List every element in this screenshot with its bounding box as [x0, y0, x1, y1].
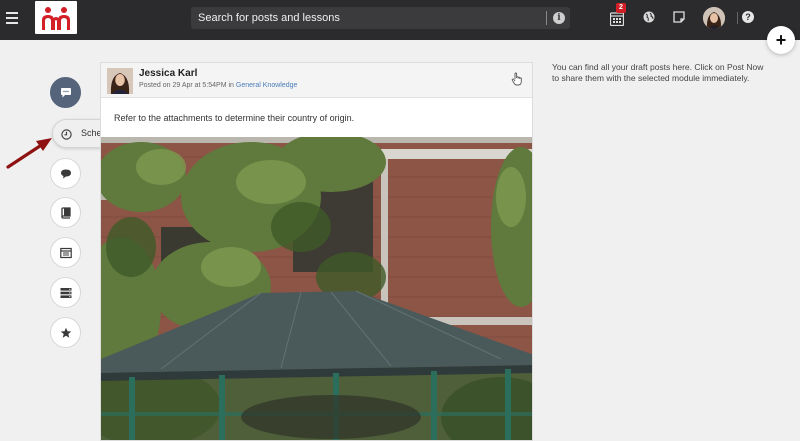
avatar[interactable]: [703, 7, 725, 29]
logo-icon[interactable]: [35, 1, 77, 34]
rail-drafts-button[interactable]: [50, 77, 81, 108]
search-input[interactable]: [198, 11, 528, 25]
post-text: Refer to the attachments to determine th…: [114, 113, 355, 123]
search-divider: [546, 11, 547, 25]
calendar-icon[interactable]: [610, 11, 624, 26]
hamburger-icon[interactable]: [6, 12, 18, 24]
post-author-name[interactable]: Jessica Karl: [139, 68, 197, 79]
post-attachment-image[interactable]: [101, 137, 532, 440]
hand-icon[interactable]: [511, 72, 523, 86]
book-icon: [61, 207, 71, 219]
stack-icon: [60, 288, 72, 298]
post-module-link[interactable]: General Knowledge: [236, 82, 298, 89]
post-date: Posted on 29 Apr at 5:54PM in: [139, 82, 236, 89]
clock-icon: [61, 129, 72, 140]
note-icon[interactable]: [673, 11, 685, 23]
rail-posts-button[interactable]: [50, 158, 81, 189]
drafts-help-text: You can find all your draft posts here. …: [552, 62, 764, 83]
add-post-button[interactable]: +: [767, 26, 795, 54]
rail-library-button[interactable]: [50, 277, 81, 308]
globe-icon[interactable]: [643, 11, 655, 23]
chat-icon: [61, 88, 71, 98]
rail-lessons-button[interactable]: [50, 197, 81, 228]
star-icon: [60, 327, 72, 338]
info-icon[interactable]: i: [553, 12, 565, 24]
arrow-icon: [6, 138, 52, 169]
rail-favorites-button[interactable]: [50, 317, 81, 348]
post-card: Jessica Karl Posted on 29 Apr at 5:54PM …: [100, 62, 533, 441]
rail-modules-button[interactable]: [50, 237, 81, 268]
top-divider: [737, 12, 738, 24]
top-bar: i 2 ?: [0, 0, 800, 40]
post-header: Jessica Karl Posted on 29 Apr at 5:54PM …: [101, 63, 532, 98]
post-meta: Posted on 29 Apr at 5:54PM in General Kn…: [139, 82, 297, 89]
chat-icon: [61, 169, 71, 179]
window-icon: [60, 247, 72, 259]
post-author-avatar[interactable]: [107, 68, 133, 94]
calendar-badge: 2: [616, 3, 626, 13]
search-bar: i: [191, 7, 570, 29]
help-icon[interactable]: ?: [742, 11, 754, 23]
